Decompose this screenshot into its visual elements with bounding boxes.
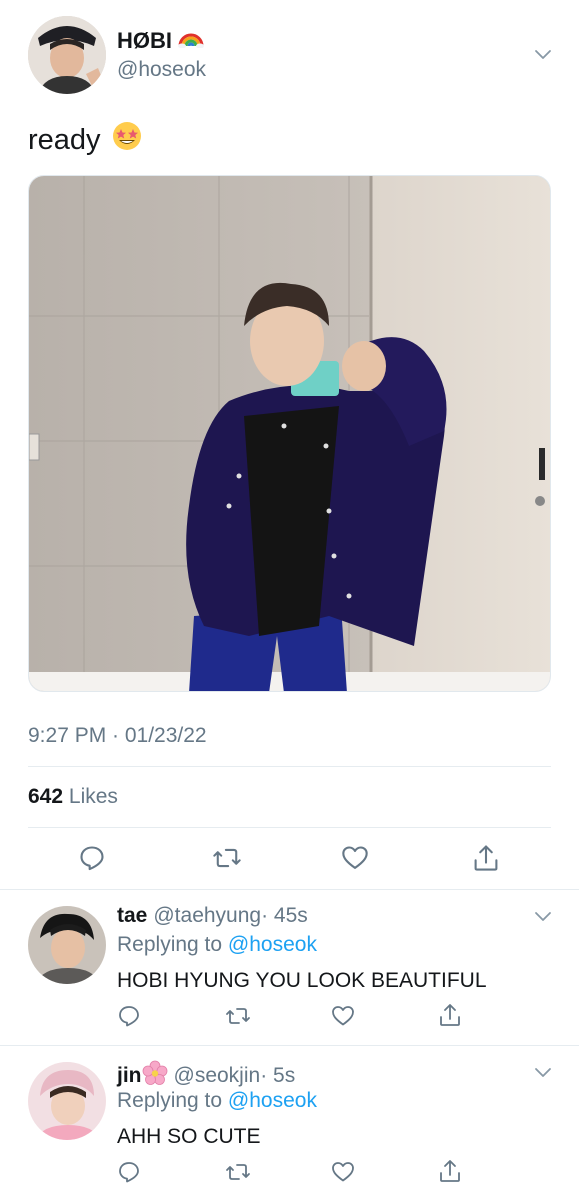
chevron-down-icon[interactable] bbox=[533, 906, 553, 926]
like-heart-icon[interactable] bbox=[331, 1004, 355, 1028]
chevron-down-icon[interactable] bbox=[533, 1062, 553, 1082]
reply-header: tae @taehyung · 45s bbox=[117, 904, 308, 928]
reply-author-name[interactable]: tae bbox=[117, 904, 147, 928]
reply-author-handle[interactable]: @seokjin bbox=[174, 1064, 261, 1088]
likes-count: 642 bbox=[28, 785, 64, 808]
replying-to: Replying to @hoseok bbox=[117, 933, 317, 957]
replying-prefix: Replying to bbox=[117, 933, 223, 956]
rainbow-icon bbox=[178, 28, 204, 54]
replying-prefix: Replying to bbox=[117, 1089, 223, 1112]
reply-icon[interactable] bbox=[117, 1160, 141, 1184]
likes-count-row[interactable]: 642 Likes bbox=[28, 785, 118, 809]
reply-action-bar bbox=[0, 1004, 579, 1036]
tweet-action-bar bbox=[0, 842, 579, 874]
tweet-body: ready bbox=[28, 123, 101, 156]
share-icon[interactable] bbox=[472, 843, 500, 873]
reply-tweet[interactable]: tae @taehyung · 45s Replying to @hoseok … bbox=[0, 890, 579, 1045]
share-icon[interactable] bbox=[438, 1158, 462, 1184]
retweet-icon[interactable] bbox=[225, 1160, 251, 1184]
reply-icon[interactable] bbox=[78, 844, 106, 872]
reply-author-handle[interactable]: @taehyung bbox=[153, 904, 261, 928]
like-heart-icon[interactable] bbox=[341, 844, 369, 872]
reply-time: · 5s bbox=[260, 1064, 296, 1087]
likes-label: Likes bbox=[68, 785, 118, 808]
reply-text: HOBI HYUNG YOU LOOK BEAUTIFUL bbox=[117, 969, 487, 992]
tweet-timestamp[interactable]: 9:27 PM · 01/23/22 bbox=[28, 724, 207, 748]
retweet-icon[interactable] bbox=[225, 1004, 251, 1028]
author-avatar[interactable] bbox=[28, 16, 106, 94]
reply-header: jin @seokjin · 5s bbox=[117, 1060, 295, 1092]
retweet-icon[interactable] bbox=[212, 844, 242, 872]
reply-author-name[interactable]: jin bbox=[117, 1064, 142, 1088]
replying-to-link[interactable]: @hoseok bbox=[228, 933, 317, 956]
reply-icon[interactable] bbox=[117, 1004, 141, 1028]
tweet-photo[interactable] bbox=[28, 175, 551, 692]
reply-action-bar bbox=[0, 1160, 579, 1192]
star-struck-icon bbox=[111, 120, 143, 160]
reply-text: AHH SO CUTE bbox=[117, 1125, 261, 1148]
cherry-blossom-icon bbox=[142, 1060, 168, 1092]
like-heart-icon[interactable] bbox=[331, 1160, 355, 1184]
replying-to: Replying to @hoseok bbox=[117, 1089, 317, 1113]
tweet-text: ready bbox=[28, 120, 143, 160]
divider bbox=[28, 827, 551, 828]
author-handle[interactable]: @hoseok bbox=[117, 58, 206, 82]
divider bbox=[28, 766, 551, 767]
reply-time: · 45s bbox=[261, 904, 308, 927]
reply-avatar[interactable] bbox=[28, 906, 106, 984]
main-tweet: HØBI @hoseok ready 9:27 PM · 01/23/22 64… bbox=[0, 0, 579, 890]
reply-tweet[interactable]: jin @seokjin · 5s Replying to @hoseok AH… bbox=[0, 1046, 579, 1200]
chevron-down-icon[interactable] bbox=[533, 44, 553, 64]
share-icon[interactable] bbox=[438, 1002, 462, 1028]
author-name[interactable]: HØBI bbox=[117, 28, 172, 54]
reply-avatar[interactable] bbox=[28, 1062, 106, 1140]
author-name-row[interactable]: HØBI bbox=[117, 28, 204, 54]
replying-to-link[interactable]: @hoseok bbox=[228, 1089, 317, 1112]
